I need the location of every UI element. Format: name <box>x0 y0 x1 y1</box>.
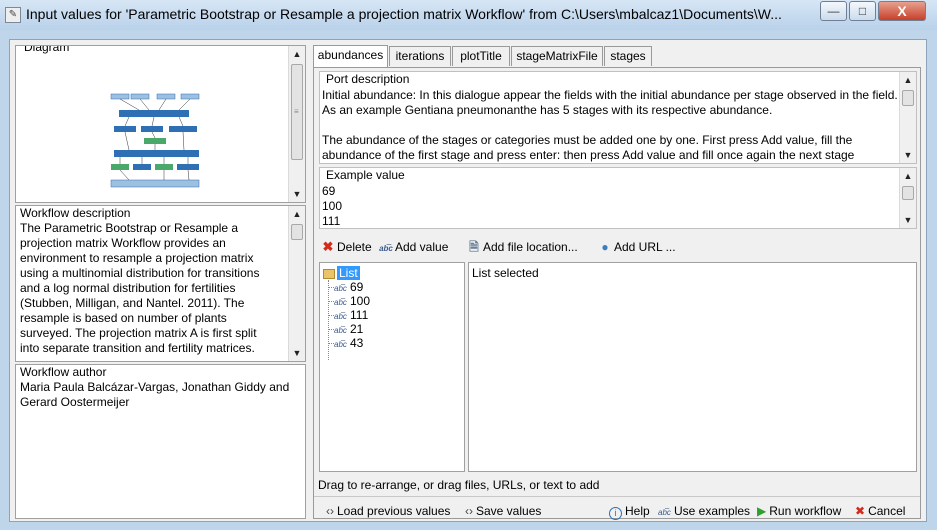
port-description-label: Port description <box>326 72 410 86</box>
bottom-bar: ‹› Load previous values ‹› Save values i He… <box>314 503 920 520</box>
scroll-thumb[interactable]: ≡ <box>291 64 303 160</box>
value-detail-panel: List selected <box>468 262 917 472</box>
diagram-node <box>180 93 200 100</box>
author-label: Workflow author <box>20 365 107 379</box>
scroll-up-arrow-icon[interactable]: ▲ <box>289 46 305 62</box>
port-description-panel: Port description Initial abundance: In t… <box>319 71 917 164</box>
scroll-down-arrow-icon[interactable]: ▼ <box>289 345 305 361</box>
scroll-thumb[interactable] <box>902 90 914 106</box>
add-url-button[interactable]: ● Add URL ... <box>598 238 675 256</box>
delete-icon: ✖ <box>322 239 334 254</box>
file-icon: 🗎 <box>469 240 479 254</box>
tab-iterations[interactable]: iterations <box>389 46 451 66</box>
tab-plottitle[interactable]: plotTitle <box>452 46 510 66</box>
diagram-node <box>130 93 150 100</box>
scroll-thumb[interactable] <box>291 224 303 240</box>
tab-stagematrixfile[interactable]: stageMatrixFile <box>511 46 603 66</box>
scroll-down-arrow-icon[interactable]: ▼ <box>900 147 916 163</box>
diagram-node <box>114 150 199 157</box>
play-icon: ▶ <box>757 504 767 518</box>
cancel-button[interactable]: ✖ Cancel <box>855 503 905 519</box>
diagram-node <box>110 93 130 100</box>
diagram-node <box>133 164 151 170</box>
maximize-button[interactable]: □ <box>849 1 876 21</box>
example-value-label: Example value <box>326 168 405 182</box>
diagram-scrollbar[interactable]: ▲ ≡ ▼ <box>288 46 305 202</box>
diagram-node <box>119 110 189 117</box>
scroll-thumb[interactable] <box>902 186 914 200</box>
diagram-label: Diagram <box>24 45 70 54</box>
diagram-node <box>114 126 136 132</box>
diagram-node <box>156 93 176 100</box>
load-previous-values-button[interactable]: ‹› Load previous values <box>326 503 450 519</box>
port-description-scrollbar[interactable]: ▲ ▼ <box>899 72 916 163</box>
title-bar[interactable]: ✎ Input values for 'Parametric Bootstrap… <box>0 0 937 30</box>
diagram-node <box>111 164 129 170</box>
author-text: Maria Paula Balcázar-Vargas, Jonathan Gi… <box>20 380 290 409</box>
example-value-panel: Example value 69 100 111 ▲ ▼ <box>319 167 917 229</box>
tree-root[interactable]: List <box>323 266 360 280</box>
description-text: The Parametric Bootstrap or Resample a p… <box>20 221 260 355</box>
arrows-icon: ‹› <box>326 504 334 518</box>
scroll-down-arrow-icon[interactable]: ▼ <box>289 186 305 202</box>
scroll-up-arrow-icon[interactable]: ▲ <box>900 72 916 88</box>
detail-text: List selected <box>472 266 539 280</box>
tree-root-label: List <box>337 266 360 280</box>
abc-text-icon: ab͞c <box>334 340 347 349</box>
author-panel: Workflow author Maria Paula Balcázar-Var… <box>15 364 306 519</box>
diagram-node <box>155 164 173 170</box>
tab-abundances[interactable]: abundances <box>313 45 388 67</box>
app-icon: ✎ <box>5 7 21 23</box>
use-examples-button[interactable]: ab͞c Use examples <box>658 503 750 519</box>
port-description-text: Initial abundance: In this dialogue appe… <box>322 88 898 162</box>
description-panel: Workflow description The Parametric Boot… <box>15 205 306 362</box>
drag-hint: Drag to re-arrange, or drag files, URLs,… <box>318 478 600 492</box>
diagram-node <box>110 179 200 188</box>
diagram-node <box>141 126 163 132</box>
arrows-icon: ‹› <box>465 504 473 518</box>
delete-button[interactable]: ✖ Delete <box>321 238 372 256</box>
value-list-tree[interactable]: List ab͞c 69 ab͞c 100 ab͞c 111 ab͞c 21 ab͞c 4… <box>319 262 465 472</box>
delete-icon: ✖ <box>855 504 866 518</box>
description-label: Workflow description <box>20 206 131 220</box>
close-button[interactable]: X <box>878 1 926 21</box>
list-toolbar: ✖ Delete ab͞c Add value 🗎 Add file location… <box>321 238 911 256</box>
dialog-client: Diagram ▲ ≡ ▼ Workflow description The P… <box>9 39 927 522</box>
add-file-location-button[interactable]: 🗎 Add file location... <box>467 238 578 256</box>
description-scrollbar[interactable]: ▲ ▼ <box>288 206 305 361</box>
abc-text-icon: ab͞c <box>658 508 671 517</box>
diagram-node <box>144 138 166 144</box>
scroll-down-arrow-icon[interactable]: ▼ <box>900 212 916 228</box>
run-workflow-button[interactable]: ▶ Run workflow <box>757 503 841 519</box>
scroll-up-arrow-icon[interactable]: ▲ <box>289 206 305 222</box>
add-value-button[interactable]: ab͞c Add value <box>379 238 448 256</box>
folder-icon <box>323 268 335 279</box>
window-title: Input values for 'Parametric Bootstrap o… <box>26 6 782 22</box>
diagram-panel: Diagram ▲ ≡ ▼ <box>15 45 306 203</box>
abc-text-icon: ab͞c <box>379 244 393 253</box>
scroll-up-arrow-icon[interactable]: ▲ <box>900 168 916 184</box>
diagram-node <box>169 126 197 132</box>
save-values-button[interactable]: ‹› Save values <box>465 503 541 519</box>
example-value-text: 69 100 111 <box>322 184 343 228</box>
tab-stages[interactable]: stages <box>604 46 652 66</box>
globe-icon: ● <box>601 240 609 254</box>
help-button[interactable]: i Help <box>609 503 650 520</box>
tree-item[interactable]: ab͞c 43 <box>328 336 363 352</box>
tab-content: Port description Initial abundance: In t… <box>313 67 921 520</box>
workflow-diagram-thumbnail[interactable] <box>109 92 204 192</box>
dialog-window: ✎ Input values for 'Parametric Bootstrap… <box>0 0 937 530</box>
minimize-button[interactable]: — <box>820 1 847 21</box>
example-value-scrollbar[interactable]: ▲ ▼ <box>899 168 916 228</box>
diagram-node <box>177 164 199 170</box>
info-icon: i <box>609 507 622 520</box>
